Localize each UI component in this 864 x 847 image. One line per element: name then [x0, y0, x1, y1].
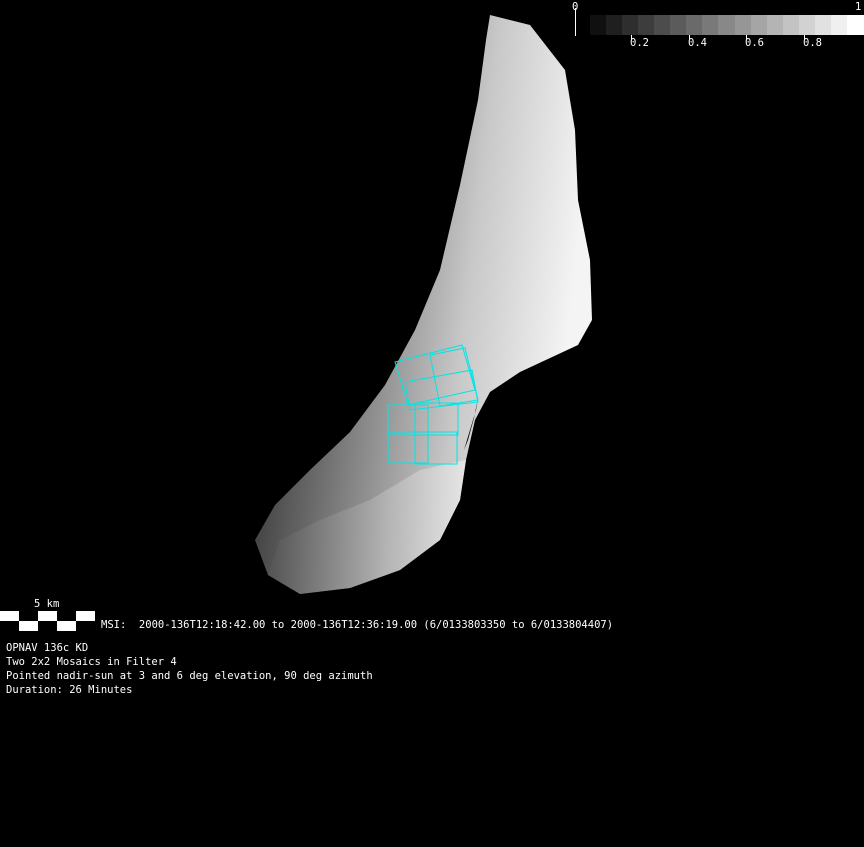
colorbar-step — [766, 15, 784, 35]
asteroid-render — [255, 15, 592, 594]
colorbar-tick-label: 0.4 — [688, 37, 707, 49]
colorbar-min-label: 0 — [572, 1, 579, 13]
colorbar-step — [622, 15, 640, 35]
scale-bar-segment — [0, 611, 19, 621]
scale-bar-segment — [38, 611, 57, 621]
info-line-4: Duration: 26 Minutes — [6, 684, 133, 696]
colorbar-max-label: 1 — [855, 1, 862, 13]
info-line-3: Pointed nadir-sun at 3 and 6 deg elevati… — [6, 670, 373, 682]
scale-bar-segment — [76, 611, 95, 621]
scale-bar-segment — [57, 621, 76, 631]
msi-time-range: MSI: 2000-136T12:18:42.00 to 2000-136T12… — [101, 619, 614, 631]
colorbar-step — [606, 15, 624, 35]
scale-bar-segment — [19, 611, 38, 621]
colorbar-tick-label: 0.6 — [745, 37, 764, 49]
colorbar-step — [638, 15, 656, 35]
colorbar-step — [686, 15, 704, 35]
info-line-1: OPNAV 136c KD — [6, 642, 89, 654]
scale-bar-label: 5 km — [34, 598, 60, 610]
colorbar-step — [830, 15, 848, 35]
colorbar-step — [670, 15, 688, 35]
scale-bar-segment — [19, 621, 38, 631]
info-line-2: Two 2x2 Mosaics in Filter 4 — [6, 656, 177, 668]
colorbar-tick-label: 0.8 — [803, 37, 822, 49]
colorbar-step — [734, 15, 752, 35]
colorbar-step — [590, 15, 607, 35]
colorbar-tick-label: 0.2 — [630, 37, 649, 49]
scale-bar-segment — [76, 621, 95, 631]
colorbar-step — [750, 15, 768, 35]
colorbar-step — [814, 15, 832, 35]
scale-bar-segment — [57, 611, 76, 621]
colorbar-step — [846, 15, 864, 35]
scale-bar-segment — [38, 621, 57, 631]
colorbar-step — [718, 15, 736, 35]
colorbar-step — [798, 15, 816, 35]
colorbar-step — [702, 15, 720, 35]
colorbar-step — [654, 15, 672, 35]
scale-bar-segment — [0, 621, 19, 631]
colorbar-step — [782, 15, 800, 35]
